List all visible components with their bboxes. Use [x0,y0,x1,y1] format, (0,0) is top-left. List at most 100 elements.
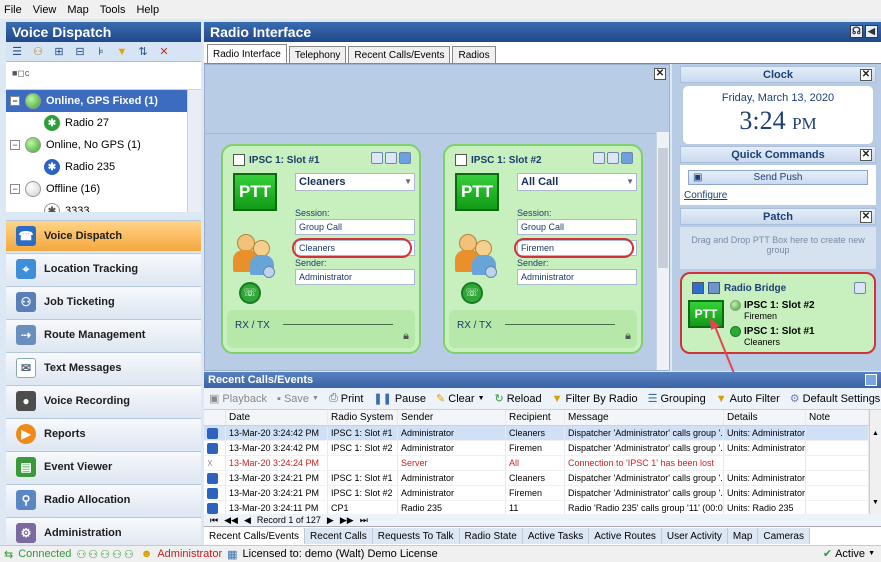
bottom-tab-user-activity[interactable]: User Activity [661,528,728,544]
table-row[interactable]: 13-Mar-20 3:24:21 PM IPSC 1: Slot #2 Admin… [204,486,869,501]
auto-filter-button[interactable]: ▼ Auto Filter [716,393,780,405]
tree-item-radio-235[interactable]: ✱ Radio 235 [6,156,201,178]
tree-item-radio-27[interactable]: ✱ Radio 27 [6,112,201,134]
expand-tree-icon[interactable]: ⊞ [52,45,66,59]
ptt-button[interactable]: PTT [233,173,277,211]
menu-help[interactable]: Help [136,4,159,16]
reload-button[interactable]: ↻ Reload [495,392,542,406]
filter-by-radio-button[interactable]: ▼ Filter By Radio [552,393,638,405]
sort-icon[interactable]: ⇅ [136,45,150,59]
tree-item-3333[interactable]: ✱ 3333 [6,200,201,212]
default-settings-button[interactable]: ⚙ Default Settings [790,392,881,406]
volume-icon[interactable] [371,152,383,164]
group-select[interactable]: Cleaners ▼ [295,173,415,191]
speaker-icon[interactable] [854,282,866,294]
pin-icon[interactable] [865,374,877,386]
column-header-recipient[interactable]: Recipient [506,410,565,425]
tree-group-online-no-gps[interactable]: − Online, No GPS (1) [6,134,201,156]
collapse-icon[interactable]: − [10,96,20,106]
group-select[interactable]: All Call ▼ [517,173,637,191]
active-status[interactable]: ✔ Active ▼ [823,547,875,561]
nav-event-viewer[interactable]: ▤ Event Viewer [6,451,201,482]
nav-administration[interactable]: ⚙ Administration [6,517,201,548]
close-icon[interactable]: ✕ [860,211,872,223]
bottom-tab-active-routes[interactable]: Active Routes [589,528,662,544]
table-row[interactable]: ☓ 13-Mar-20 3:24:24 PM Server All Connection… [204,456,869,471]
last-record-icon[interactable]: ⏭ [360,515,368,526]
column-header-sender[interactable]: Sender [398,410,506,425]
grouping-button[interactable]: ☰ Grouping [648,392,706,406]
close-icon[interactable]: ✕ [654,68,666,80]
ptt-area-scrollbar[interactable] [656,132,669,370]
table-row[interactable]: 13-Mar-20 3:24:42 PM IPSC 1: Slot #2 Admin… [204,441,869,456]
people-icon[interactable]: ⚇ [31,45,45,59]
next-page-icon[interactable]: ▶▶ [340,515,354,526]
select-checkbox[interactable] [233,154,245,166]
filter-icon[interactable]: ▼ [115,45,129,59]
column-header-message[interactable]: Message [565,410,724,425]
collapse-tree-icon[interactable]: ⊟ [73,45,87,59]
nav-text-messages[interactable]: ✉ Text Messages [6,352,201,383]
list-view-icon[interactable]: ☰ [10,45,24,59]
bridge-checkbox[interactable] [692,282,704,294]
prev-record-icon[interactable]: ◀ [244,515,251,526]
tab-recent-calls-events[interactable]: Recent Calls/Events [348,46,451,63]
nav-location-tracking[interactable]: ⌖ Location Tracking [6,253,201,284]
bottom-tab-cameras[interactable]: Cameras [758,528,810,544]
ptt-button[interactable]: PTT [455,173,499,211]
bottom-tab-active-tasks[interactable]: Active Tasks [522,528,590,544]
column-header-date[interactable]: Date [226,410,328,425]
settings-icon[interactable]: ✕ [157,45,171,59]
lock-icon[interactable]: 🔒︎ [403,330,409,343]
table-row[interactable]: 13-Mar-20 3:24:21 PM IPSC 1: Slot #1 Admin… [204,471,869,486]
nav-reports[interactable]: ▶ Reports [6,418,201,449]
clear-button[interactable]: ✎ Clear ▼ [436,392,484,406]
tree-scrollbar[interactable] [187,90,201,212]
speaker-icon[interactable]: ◀ [865,25,878,38]
collapse-icon[interactable]: − [10,184,20,194]
print-button[interactable]: ⎙ Print [329,392,363,405]
tree-group-offline[interactable]: − Offline (16) [6,178,201,200]
pause-button[interactable]: ❚❚ Pause [373,392,426,406]
next-record-icon[interactable]: ▶ [327,515,334,526]
nav-voice-recording[interactable]: ● Voice Recording [6,385,201,416]
tree-group-online-gps[interactable]: − Online, GPS Fixed (1) [6,90,201,112]
nav-job-ticketing[interactable]: ⚇ Job Ticketing [6,286,201,317]
speaker-icon[interactable] [385,152,397,164]
nav-radio-allocation[interactable]: ⚲ Radio Allocation [6,484,201,515]
bottom-tab-radio-state[interactable]: Radio State [459,528,523,544]
headset-icon[interactable]: ☊ [850,25,863,38]
bottom-tab-recent-calls[interactable]: Recent Calls [305,528,373,544]
playback-button[interactable]: ▣ Playback [209,392,267,406]
column-header-radio-system[interactable]: Radio System [328,410,398,425]
bottom-tab-requests-to-talk[interactable]: Requests To Talk [372,528,460,544]
configure-link[interactable]: Configure [684,190,727,201]
tab-radio-interface[interactable]: Radio Interface [207,44,287,63]
bottom-tab-map[interactable]: Map [727,528,759,544]
mute-icon[interactable] [621,152,633,164]
save-button[interactable]: ▪ Save ▼ [277,393,319,405]
table-row[interactable]: 13-Mar-20 3:24:11 PM CP1 Radio 235 11 Radio … [204,501,869,514]
volume-icon[interactable] [593,152,605,164]
grid-scrollbar[interactable]: ▲ ▼ [869,410,881,514]
bottom-tab-recent-calls-events[interactable]: Recent Calls/Events [204,528,306,544]
column-header-note[interactable]: Note [806,410,869,425]
table-row[interactable]: 13-Mar-20 3:24:42 PM IPSC 1: Slot #1 Admin… [204,426,869,441]
nav-voice-dispatch[interactable]: ☎ Voice Dispatch [6,220,201,251]
close-icon[interactable]: ✕ [860,149,872,161]
speaker-icon[interactable] [607,152,619,164]
patch-drop-zone[interactable]: Drag and Drop PTT Box here to create new… [680,227,876,269]
menu-map[interactable]: Map [67,4,88,16]
tree-view-icon[interactable]: ⊧ [94,45,108,59]
scroll-thumb[interactable] [658,148,668,268]
send-push-button[interactable]: ▣ Send Push [688,170,868,185]
nav-route-management[interactable]: ⇢ Route Management [6,319,201,350]
collapse-icon[interactable]: − [10,140,20,150]
tab-telephony[interactable]: Telephony [288,46,347,63]
prev-page-icon[interactable]: ◀◀ [224,515,238,526]
mute-icon[interactable] [399,152,411,164]
tab-radios[interactable]: Radios [452,46,496,63]
menu-tools[interactable]: Tools [100,4,126,16]
voice-dispatch-search[interactable]: ■◻c [6,62,201,90]
menu-view[interactable]: View [33,4,57,16]
